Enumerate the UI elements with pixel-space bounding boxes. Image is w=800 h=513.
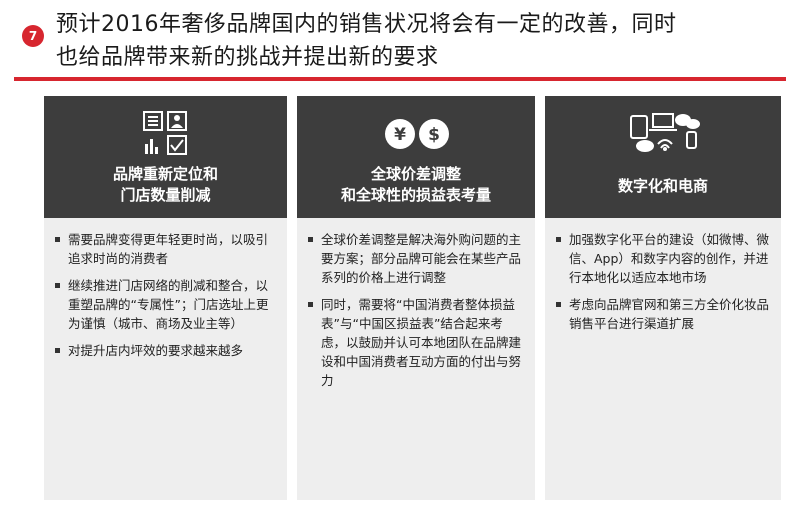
panel-title: 数字化和电商	[617, 177, 708, 195]
bullet-list: 加强数字化平台的建设（如微博、微信、App）和数字内容的创作，并进行本地化以适应…	[555, 230, 773, 341]
panel-global-pricing: ¥ $ 全球价差调整 和全球性的损益表考量 全球价差调整是解决海外购问题的主要方…	[297, 96, 535, 500]
document-grid-icon	[44, 108, 287, 160]
panel-title-line-2: 门店数量削减	[120, 186, 211, 204]
slide: 7 预计2016年奢侈品牌国内的销售状况将会有一定的改善，同时 也给品牌带来新的…	[0, 0, 800, 513]
bullet-list: 需要品牌变得更年轻更时尚，以吸引追求时尚的消费者 继续推进门店网络的削减和整合，…	[54, 230, 279, 368]
slide-title: 预计2016年奢侈品牌国内的销售状况将会有一定的改善，同时 也给品牌带来新的挑战…	[56, 8, 786, 74]
dollar-icon: $	[428, 125, 440, 145]
panel-header: 品牌重新定位和 门店数量削减	[44, 96, 287, 218]
panel-repositioning: 品牌重新定位和 门店数量削减 需要品牌变得更年轻更时尚，以吸引追求时尚的消费者 …	[44, 96, 287, 500]
panel-header: ¥ $ 全球价差调整 和全球性的损益表考量	[297, 96, 535, 218]
digital-device-icon	[545, 108, 781, 160]
panel-title-line-1: 全球价差调整	[370, 165, 461, 183]
list-item: 继续推进门店网络的削减和整合，以重塑品牌的“专属性”；门店选址上更为谨慎（城市、…	[54, 276, 279, 333]
title-divider	[14, 77, 786, 81]
yen-icon: ¥	[394, 125, 406, 145]
panel-title: 全球价差调整 和全球性的损益表考量	[297, 164, 535, 206]
title-line-1: 预计2016年奢侈品牌国内的销售状况将会有一定的改善，同时	[56, 12, 677, 37]
currency-icon: ¥ $	[297, 108, 535, 160]
list-item: 需要品牌变得更年轻更时尚，以吸引追求时尚的消费者	[54, 230, 279, 268]
list-item: 对提升店内坪效的要求越来越多	[54, 341, 279, 360]
list-item: 全球价差调整是解决海外购问题的主要方案；部分品牌可能会在某些产品系列的价格上进行…	[307, 230, 527, 287]
bullet-list: 全球价差调整是解决海外购问题的主要方案；部分品牌可能会在某些产品系列的价格上进行…	[307, 230, 527, 398]
slide-number-badge: 7	[22, 25, 44, 47]
panel-title-line-2: 和全球性的损益表考量	[340, 186, 491, 204]
panel-digital-ecommerce: 数字化和电商 加强数字化平台的建设（如微博、微信、App）和数字内容的创作，并进…	[545, 96, 781, 500]
title-line-2: 也给品牌带来新的挑战并提出新的要求	[56, 45, 439, 70]
list-item: 加强数字化平台的建设（如微博、微信、App）和数字内容的创作，并进行本地化以适应…	[555, 230, 773, 287]
panels: 品牌重新定位和 门店数量削减 需要品牌变得更年轻更时尚，以吸引追求时尚的消费者 …	[44, 96, 789, 500]
panel-title: 品牌重新定位和 门店数量削减	[44, 164, 287, 206]
panel-title-line-1: 品牌重新定位和	[112, 165, 218, 183]
list-item: 考虑向品牌官网和第三方全价化妆品销售平台进行渠道扩展	[555, 295, 773, 333]
list-item: 同时，需要将“中国消费者整体损益表”与“中国区损益表”结合起来考虑，以鼓励并认可…	[307, 295, 527, 390]
panel-header: 数字化和电商	[545, 96, 781, 218]
